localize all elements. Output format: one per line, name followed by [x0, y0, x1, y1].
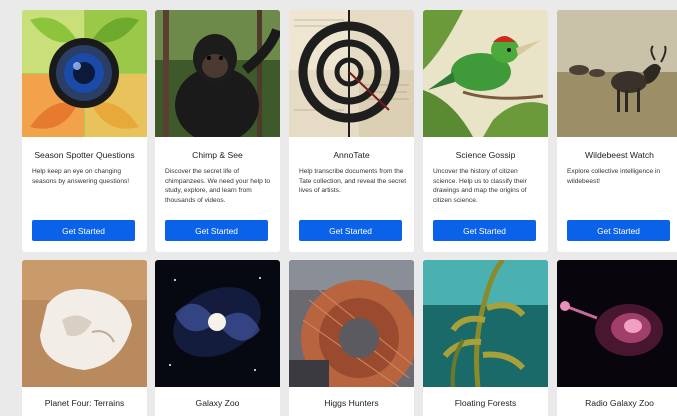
project-grid: Season Spotter Questions Help keep an ey…	[0, 0, 677, 416]
wildebeest-photo[interactable]	[557, 10, 677, 137]
get-started-button[interactable]: Get Started	[433, 220, 536, 241]
project-card-season-spotter[interactable]: Season Spotter Questions Help keep an ey…	[22, 10, 147, 252]
get-started-button[interactable]: Get Started	[32, 220, 135, 241]
project-description: Explore collective intelligence in wilde…	[567, 168, 661, 185]
project-title: Planet Four: Terrains	[44, 398, 125, 408]
project-description: Help keep an eye on changing seasons by …	[32, 168, 130, 185]
target-artwork-image[interactable]	[289, 10, 414, 137]
get-started-button[interactable]: Get Started	[299, 220, 402, 241]
project-card-galaxy-zoo[interactable]: Galaxy Zoo	[155, 260, 280, 416]
project-card-floating-forests[interactable]: Floating Forests	[423, 260, 548, 416]
project-description: Help transcribe documents from the Tate …	[299, 168, 407, 195]
spiral-galaxy-image[interactable]	[155, 260, 280, 387]
project-description: Uncover the history of citizen science. …	[433, 168, 527, 204]
particle-detector-photo[interactable]	[289, 260, 414, 387]
project-title: Chimp & See	[192, 150, 243, 160]
project-card-wildebeest-watch[interactable]: Wildebeest Watch Explore collective inte…	[557, 10, 677, 252]
project-title: Science Gossip	[455, 150, 516, 160]
project-title: Higgs Hunters	[324, 398, 379, 408]
project-title: Floating Forests	[454, 398, 517, 408]
project-card-annotate[interactable]: AnnoTate Help transcribe documents from …	[289, 10, 414, 252]
bird-illustration-image[interactable]	[423, 10, 548, 137]
kelp-forest-photo[interactable]	[423, 260, 548, 387]
mars-polar-cap-image[interactable]	[22, 260, 147, 387]
camera-lens-leaves-image[interactable]	[22, 10, 147, 137]
project-description: Discover the secret life of chimpanzees.…	[165, 168, 271, 204]
project-title: Wildebeest Watch	[585, 150, 654, 160]
project-card-planet-four-terrains[interactable]: Planet Four: Terrains	[22, 260, 147, 416]
project-card-radio-galaxy-zoo[interactable]: Radio Galaxy Zoo	[557, 260, 677, 416]
radio-galaxy-image[interactable]	[557, 260, 677, 387]
chimpanzee-photo[interactable]	[155, 10, 280, 137]
project-card-higgs-hunters[interactable]: Higgs Hunters	[289, 260, 414, 416]
project-title: Season Spotter Questions	[34, 150, 135, 160]
project-title: Radio Galaxy Zoo	[585, 398, 654, 408]
project-card-science-gossip[interactable]: Science Gossip Uncover the history of ci…	[423, 10, 548, 252]
get-started-button[interactable]: Get Started	[567, 220, 670, 241]
project-card-chimp-and-see[interactable]: Chimp & See Discover the secret life of …	[155, 10, 280, 252]
project-title: Galaxy Zoo	[195, 398, 240, 408]
get-started-button[interactable]: Get Started	[165, 220, 268, 241]
project-title: AnnoTate	[333, 150, 370, 160]
